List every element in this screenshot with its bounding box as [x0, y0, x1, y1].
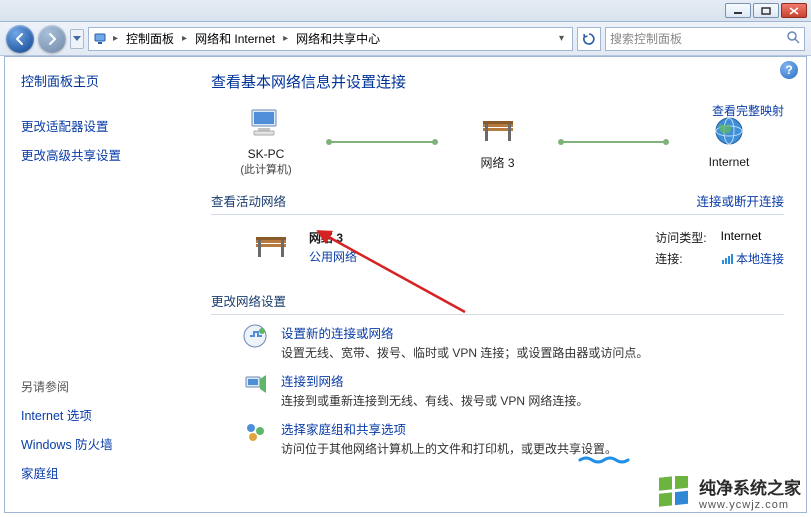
bench-icon	[478, 113, 518, 147]
breadcrumb[interactable]: ▸ 控制面板 ▸ 网络和 Internet ▸ 网络和共享中心 ▾	[88, 27, 573, 51]
sidebar-seealso-item[interactable]: Windows 防火墙	[21, 432, 189, 455]
search-icon	[786, 30, 800, 47]
map-node-internet: Internet	[674, 114, 784, 169]
connect-disconnect-link[interactable]: 连接或断开连接	[696, 191, 784, 210]
active-network-row: 网络 3 公用网络 访问类型: Internet 连接: 本地连接	[211, 223, 784, 277]
access-type-value: Internet	[721, 229, 784, 246]
task-item[interactable]: 选择家庭组和共享选项 访问位于其他网络计算机上的文件和打印机，或更改共享设置。	[211, 419, 784, 457]
breadcrumb-dropdown-icon[interactable]: ▾	[555, 33, 568, 44]
watermark: 纯净系统之家 www.ycwjz.com	[657, 474, 801, 511]
sidebar-see-also-heading: 另请参阅	[21, 378, 189, 395]
map-pc-sub: (此计算机)	[211, 161, 321, 177]
computer-icon	[246, 106, 286, 140]
sidebar-link-advanced[interactable]: 更改高级共享设置	[21, 143, 189, 166]
task-desc: 连接到或重新连接到无线、有线、拨号或 VPN 网络连接。	[281, 392, 588, 409]
breadcrumb-segment[interactable]: 控制面板	[122, 30, 178, 47]
map-node-pc: SK-PC (此计算机)	[211, 106, 321, 177]
window-titlebar	[0, 0, 811, 22]
page-title: 查看基本网络信息并设置连接	[211, 71, 784, 92]
map-pc-name: SK-PC	[211, 147, 321, 161]
main-panel: 查看基本网络信息并设置连接 SK-PC (此计算机)	[205, 57, 806, 512]
map-node-network: 网络 3	[443, 113, 553, 171]
search-input[interactable]: 搜索控制面板	[605, 27, 805, 51]
active-network-type-link[interactable]: 公用网络	[309, 248, 357, 265]
chevron-right-icon: ▸	[281, 33, 290, 44]
sidebar-heading[interactable]: 控制面板主页	[21, 71, 189, 90]
connection-label: 连接:	[655, 250, 706, 267]
watermark-title: 纯净系统之家	[699, 479, 801, 498]
annotation-scribble	[578, 456, 638, 464]
nav-history-dropdown[interactable]	[70, 29, 84, 49]
sidebar: 控制面板主页 更改适配器设置 更改高级共享设置 另请参阅 Internet 选项…	[5, 57, 205, 512]
active-network-name: 网络 3	[309, 229, 357, 246]
task-title[interactable]: 连接到网络	[281, 371, 588, 390]
sidebar-seealso-item[interactable]: Internet 选项	[21, 403, 189, 426]
signal-icon	[721, 253, 733, 265]
chevron-right-icon: ▸	[180, 33, 189, 44]
breadcrumb-segment[interactable]: 网络和共享中心	[292, 30, 384, 47]
map-internet-label: Internet	[674, 155, 784, 169]
wizard-icon	[241, 323, 269, 361]
watermark-url: www.ycwjz.com	[699, 499, 801, 511]
task-desc: 访问位于其他网络计算机上的文件和打印机，或更改共享设置。	[281, 440, 617, 457]
task-list: 设置新的连接或网络 设置无线、宽带、拨号、临时或 VPN 连接；或设置路由器或访…	[211, 323, 784, 457]
connection-link[interactable]: 本地连接	[736, 252, 784, 266]
section-title: 更改网络设置	[211, 291, 286, 310]
maximize-button[interactable]	[753, 3, 779, 18]
map-connection-line	[561, 141, 667, 143]
sidebar-seealso-item[interactable]: 家庭组	[21, 461, 189, 484]
task-item[interactable]: 连接到网络 连接到或重新连接到无线、有线、拨号或 VPN 网络连接。	[211, 371, 784, 409]
connect-icon	[241, 371, 269, 409]
nav-back-button[interactable]	[6, 25, 34, 53]
close-button[interactable]	[781, 3, 807, 18]
breadcrumb-segment[interactable]: 网络和 Internet	[191, 30, 279, 47]
logo-icon	[657, 476, 691, 510]
nav-forward-button[interactable]	[38, 25, 66, 53]
map-network-name: 网络 3	[443, 154, 553, 171]
sidebar-link-adapter[interactable]: 更改适配器设置	[21, 114, 189, 137]
homegroup-icon	[241, 419, 269, 457]
address-toolbar: ▸ 控制面板 ▸ 网络和 Internet ▸ 网络和共享中心 ▾ 搜索控制面板	[0, 22, 811, 56]
chevron-right-icon: ▸	[111, 33, 120, 44]
globe-icon	[712, 114, 746, 148]
task-title[interactable]: 选择家庭组和共享选项	[281, 419, 617, 438]
section-header-active: 查看活动网络 连接或断开连接	[211, 187, 784, 215]
section-header-change: 更改网络设置	[211, 287, 784, 315]
search-placeholder: 搜索控制面板	[610, 30, 682, 47]
full-map-link[interactable]: 查看完整映射	[712, 102, 784, 119]
network-icon	[93, 31, 109, 47]
task-desc: 设置无线、宽带、拨号、临时或 VPN 连接；或设置路由器或访问点。	[281, 344, 648, 361]
refresh-button[interactable]	[577, 27, 601, 51]
task-title[interactable]: 设置新的连接或网络	[281, 323, 648, 342]
map-connection-line	[329, 141, 435, 143]
bench-icon	[251, 229, 291, 261]
access-type-label: 访问类型:	[655, 229, 706, 246]
network-map: SK-PC (此计算机) 网络 3	[211, 106, 784, 177]
task-item[interactable]: 设置新的连接或网络 设置无线、宽带、拨号、临时或 VPN 连接；或设置路由器或访…	[211, 323, 784, 361]
minimize-button[interactable]	[725, 3, 751, 18]
section-title: 查看活动网络	[211, 191, 286, 210]
